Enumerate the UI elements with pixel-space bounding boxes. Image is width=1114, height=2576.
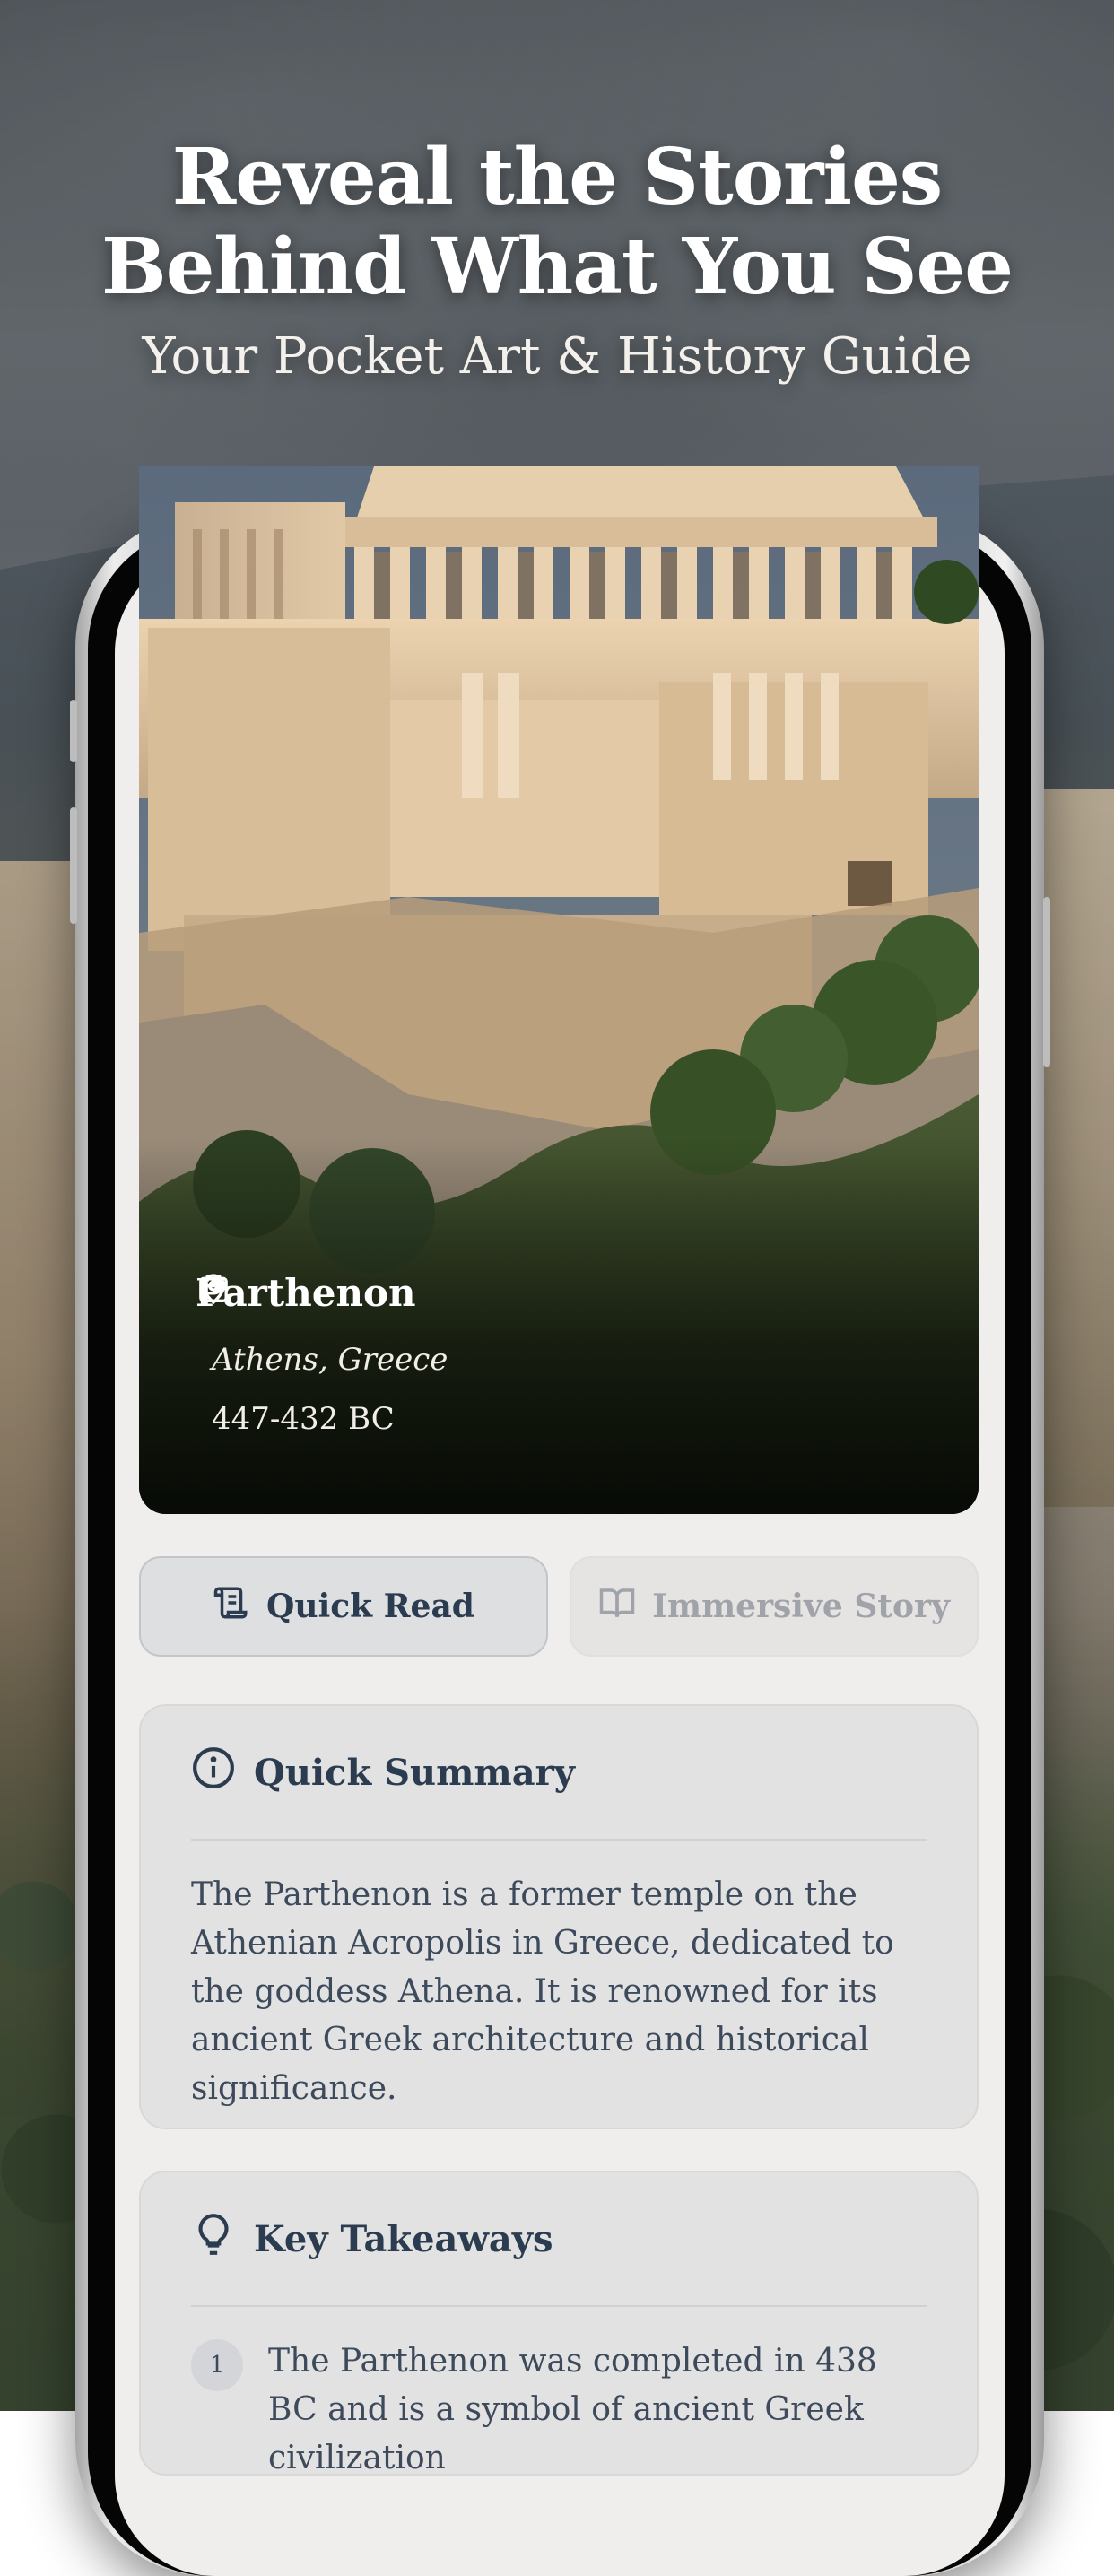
- place-date-row: 447-432 BC: [196, 1275, 448, 1437]
- place-title: Parthenon: [196, 1271, 416, 1315]
- place-location-row: Athens, Greece: [196, 1274, 448, 1378]
- key-takeaways-list: 1 The Parthenon was completed in 438 BC …: [191, 2337, 927, 2483]
- takeaway-text: The Parthenon was completed in 438 BC an…: [268, 2343, 877, 2476]
- tab-quick-read-label: Quick Read: [266, 1588, 474, 1625]
- tab-immersive-story[interactable]: Immersive Story: [570, 1556, 979, 1657]
- lightbulb-icon: [191, 2212, 236, 2266]
- key-takeaways-title: Key Takeaways: [254, 2217, 553, 2260]
- phone-side-button: [70, 700, 77, 762]
- hero-subtitle: Your Pocket Art & History Guide: [142, 327, 972, 386]
- quick-summary-text: The Parthenon is a former temple on the …: [191, 1876, 894, 2107]
- list-item: 1 The Parthenon was completed in 438 BC …: [191, 2337, 927, 2483]
- quick-summary-title: Quick Summary: [254, 1751, 575, 1794]
- tab-quick-read[interactable]: Quick Read: [139, 1556, 548, 1657]
- phone-power-button: [1043, 897, 1050, 1067]
- place-image-card[interactable]: Parthenon Athens, Greece 447-432 BC: [139, 466, 979, 1514]
- info-icon: [191, 1745, 236, 1799]
- phone-volume-button: [70, 807, 77, 924]
- tab-immersive-story-label: Immersive Story: [652, 1588, 950, 1625]
- place-date: 447-432 BC: [212, 1401, 395, 1437]
- place-info: Parthenon Athens, Greece 447-432 BC: [196, 1271, 448, 1460]
- scroll-icon: [213, 1584, 250, 1630]
- hero-title-line2: Behind What You See: [101, 222, 1014, 312]
- quick-summary-card: Quick Summary The Parthenon is a former …: [139, 1704, 979, 2129]
- open-book-icon: [598, 1584, 636, 1630]
- hero-title: Reveal the Stories Behind What You See: [0, 133, 1114, 312]
- quick-summary-header: Quick Summary: [191, 1706, 927, 1841]
- hero-header: Reveal the Stories Behind What You See Y…: [0, 133, 1114, 386]
- key-takeaways-card: Key Takeaways 1 The Parthenon was comple…: [139, 2171, 979, 2476]
- hero-title-line1: Reveal the Stories: [171, 132, 943, 222]
- key-takeaways-header: Key Takeaways: [191, 2172, 927, 2307]
- reading-mode-tabs: Quick Read Immersive Story: [139, 1556, 979, 1657]
- takeaway-number: 1: [191, 2339, 243, 2391]
- place-location: Athens, Greece: [212, 1342, 448, 1378]
